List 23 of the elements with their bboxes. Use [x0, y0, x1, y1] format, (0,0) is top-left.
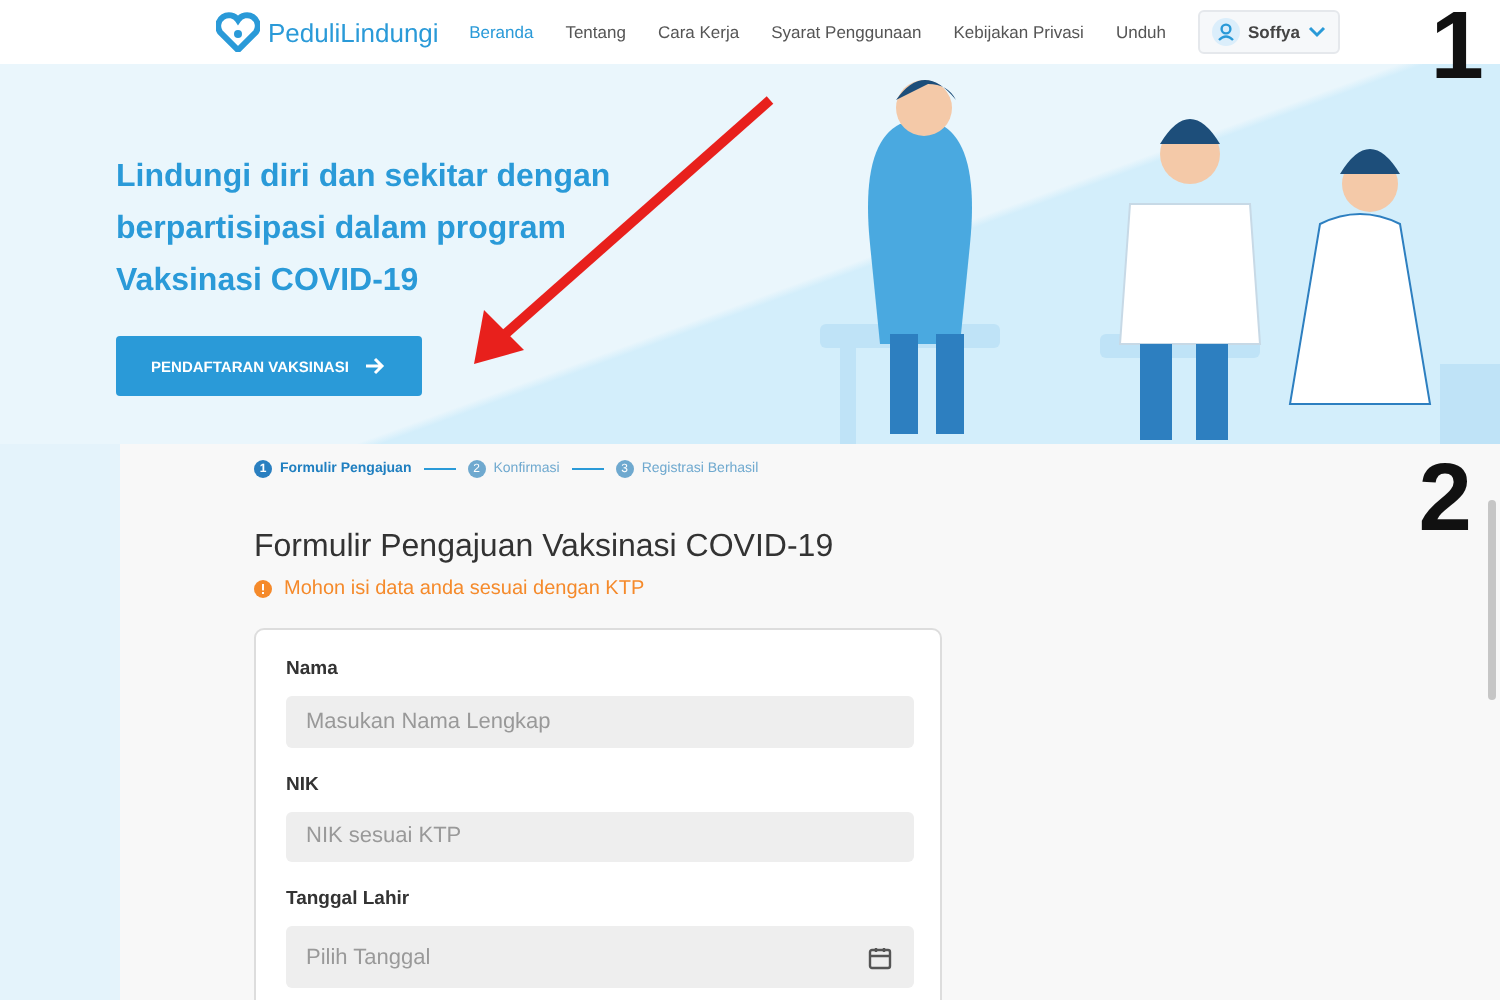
user-icon	[1212, 18, 1241, 46]
nav-link[interactable]: Tentang	[565, 22, 626, 42]
notice-text: Mohon isi data anda sesuai dengan KTP	[284, 578, 645, 600]
nav-link[interactable]: Cara Kerja	[657, 22, 740, 42]
annotation-number: 1	[1430, 0, 1484, 96]
form-title: Formulir Pengajuan Vaksinasi COVID-19	[254, 530, 836, 566]
input-field[interactable]: Masukan Nama Lengkap	[286, 696, 914, 747]
calendar-icon	[868, 946, 892, 970]
field-label: Nama	[286, 658, 340, 680]
heart-logo-icon	[216, 12, 260, 52]
info-icon	[254, 580, 272, 598]
nav-link[interactable]: Kebijakan Privasi	[953, 22, 1084, 42]
nav-link[interactable]: Syarat Penggunaan	[771, 22, 922, 42]
field-label: Tanggal Lahir	[286, 888, 412, 910]
input-field[interactable]: NIK sesuai KTP	[286, 811, 914, 862]
field-label: NIK	[286, 773, 321, 795]
hero-headline: Lindungi diri dan sekitar dengan berpartisipasi dalam program Vaksinasi COVID-19	[116, 158, 613, 302]
annotation-number: 2	[1418, 452, 1472, 548]
nav-link[interactable]: Unduh	[1115, 22, 1167, 42]
arrow-right-icon	[364, 356, 387, 376]
user-menu-button[interactable]: Soffya	[1198, 10, 1340, 54]
date-picker-field[interactable]: Pilih Tanggal	[286, 926, 914, 988]
chevron-down-icon	[1308, 26, 1326, 38]
